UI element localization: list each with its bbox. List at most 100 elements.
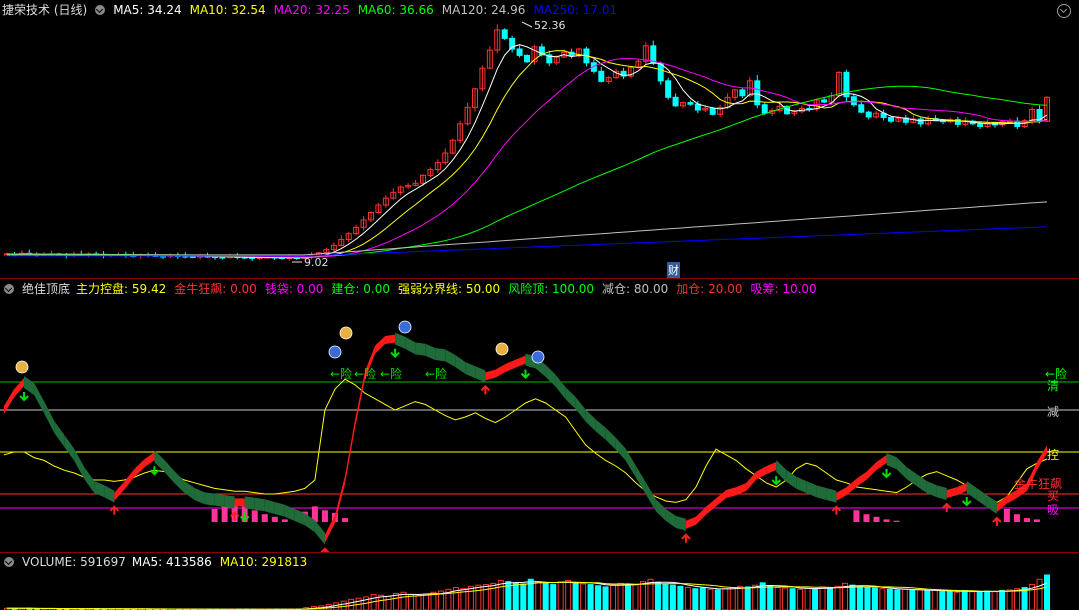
volume-bar: [580, 583, 587, 610]
money-bag-bar: [261, 514, 268, 522]
finance-event-badge[interactable]: 财: [667, 262, 680, 278]
band-segment-down: [435, 348, 446, 362]
indicator-chart[interactable]: [0, 280, 1079, 552]
candle-body: [739, 89, 746, 97]
band-segment-down: [615, 437, 626, 461]
sell-arrow-icon: [962, 497, 972, 507]
volume-bar: [677, 585, 684, 610]
volume-bar: [729, 587, 736, 610]
price-high-label: 52.36: [534, 19, 566, 32]
band-segment-down: [886, 453, 897, 470]
volume-bar: [542, 582, 549, 610]
volume-bar: [550, 584, 557, 610]
volume-bar: [565, 579, 572, 610]
volume-bar: [669, 584, 676, 610]
candle-body: [858, 104, 865, 113]
band-segment-down: [806, 481, 817, 498]
money-bag-bar: [341, 518, 348, 522]
buy-arrow-icon: [480, 384, 491, 395]
volume-bar: [916, 589, 923, 610]
volume-bar: [797, 588, 804, 610]
volume-bar: [924, 590, 931, 610]
volume-bar: [610, 584, 617, 610]
top-signal-icon: [531, 350, 545, 364]
money-bag-bar: [1023, 518, 1030, 522]
band-segment-up: [14, 378, 25, 398]
volume-bar: [722, 588, 729, 610]
band-segment-down: [786, 469, 797, 489]
band-segment-down: [585, 409, 596, 432]
band-segment-down: [665, 509, 676, 528]
volume-bar: [812, 588, 819, 610]
sell-arrow-icon: [149, 466, 160, 476]
volume-bar: [827, 587, 834, 610]
volume-bar: [340, 600, 347, 610]
money-bag-bar: [873, 516, 880, 522]
band-segment-up: [716, 490, 727, 507]
money-bag-bar: [221, 506, 228, 522]
band-segment-down: [84, 467, 95, 493]
volume-bar: [1014, 588, 1021, 610]
volume-bar: [684, 587, 691, 610]
band-segment-down: [816, 485, 827, 500]
band-segment-up: [706, 498, 717, 515]
price-low-label: 9.02: [304, 256, 329, 269]
money-bag-bar: [1003, 509, 1010, 522]
volume-bar: [864, 587, 871, 610]
money-bag-bar: [281, 519, 288, 522]
sell-arrow-icon: [390, 348, 400, 359]
volume-bar: [886, 588, 893, 610]
money-bag-bar: [211, 509, 218, 522]
candle-body: [687, 102, 694, 105]
band-segment-down: [565, 387, 576, 409]
band-segment-down: [164, 460, 175, 484]
band-segment-down: [274, 502, 285, 517]
band-segment-up: [234, 498, 245, 507]
band-segment-down: [24, 376, 35, 395]
band-segment-up: [766, 462, 777, 475]
volume-bar: [348, 598, 355, 610]
candle-body: [672, 96, 679, 107]
candle-body: [657, 62, 664, 82]
money-signal-icon: [15, 360, 29, 374]
band-segment-up: [695, 506, 707, 525]
band-segment-down: [294, 509, 305, 526]
candle-body: [821, 99, 828, 103]
band-segment-down: [966, 481, 977, 500]
ma-line-ma10: [6, 50, 1048, 259]
volume-bar: [782, 587, 789, 610]
money-bag-bar: [863, 514, 870, 522]
price-candlestick-chart[interactable]: [0, 0, 1079, 278]
risk-mark-1: ←险: [354, 367, 377, 381]
candle-body: [598, 70, 605, 82]
volume-bar: [602, 586, 609, 610]
band-segment-up: [334, 476, 345, 524]
band-segment-down: [154, 450, 165, 472]
band-segment-down: [595, 419, 606, 440]
volume-bar: [856, 585, 863, 610]
band-segment-down: [44, 401, 55, 433]
band-segment-up: [375, 336, 386, 354]
band-segment-up: [1006, 490, 1017, 504]
panel-divider-1: [0, 278, 1079, 279]
band-segment-down: [64, 434, 75, 461]
volume-bar: [632, 584, 639, 610]
volume-bar: [804, 587, 811, 610]
candle-body: [501, 29, 508, 39]
buy-arrow-icon: [942, 502, 952, 512]
band-segment-up: [495, 364, 506, 378]
volume-bar: [774, 587, 781, 610]
band-segment-down: [575, 397, 586, 422]
band-segment-down: [555, 374, 566, 400]
volume-bar: [625, 583, 632, 610]
volume-bar-chart[interactable]: [0, 552, 1079, 610]
band-segment-down: [655, 499, 666, 521]
volume-bar: [737, 585, 744, 610]
volume-bar: [572, 582, 579, 610]
band-segment-down: [796, 476, 807, 493]
band-segment-down: [104, 485, 115, 503]
volume-bar: [639, 581, 646, 610]
buy-arrow-icon: [992, 516, 1002, 526]
band-segment-down: [415, 342, 426, 356]
band-segment-down: [625, 448, 636, 478]
